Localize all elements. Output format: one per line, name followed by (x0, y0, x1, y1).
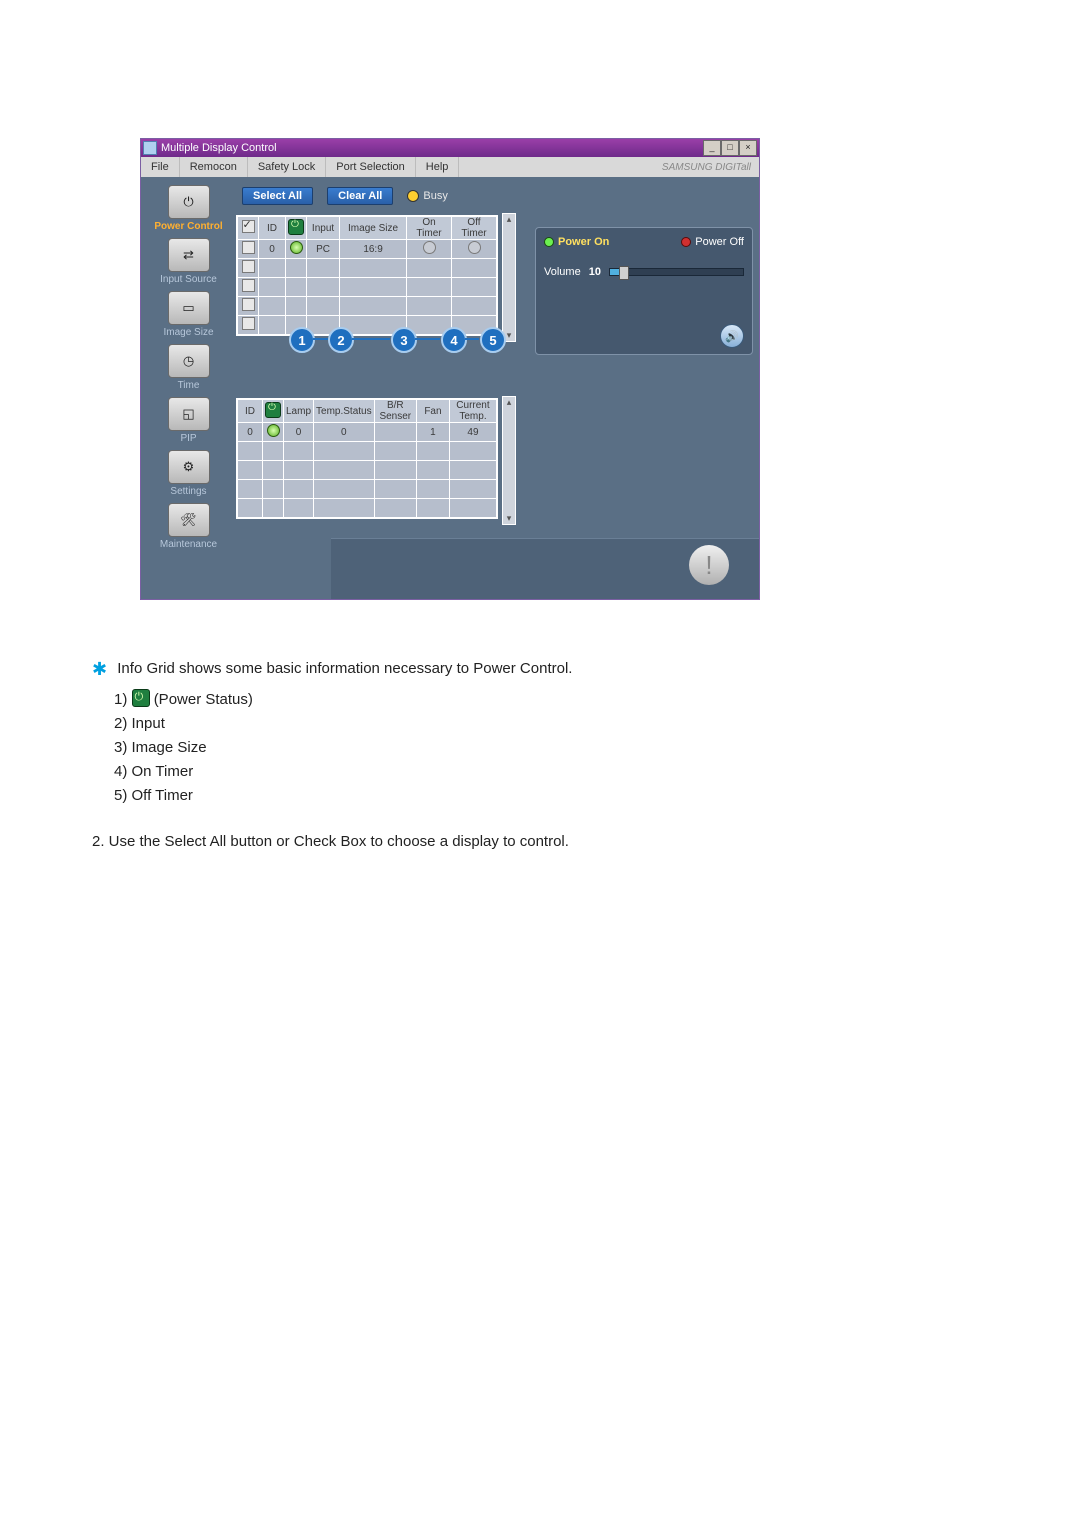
clear-all-button[interactable]: Clear All (327, 187, 393, 205)
maintenance-icon: 🛠 (168, 503, 210, 537)
list-item: 2) Input (114, 712, 832, 736)
header-checkbox[interactable] (242, 220, 255, 233)
sidebar-item-maintenance[interactable]: 🛠 Maintenance (141, 503, 236, 550)
led-off-icon (681, 237, 691, 247)
sidebar-item-power-control[interactable]: ⏻ Power Control (141, 185, 236, 232)
sidebar: ⏻ Power Control ⇄ Input Source ▭ Image S… (141, 179, 236, 599)
power-status-icon (288, 219, 304, 235)
grid-row[interactable] (238, 442, 497, 461)
grid-row[interactable] (238, 499, 497, 518)
toolbar: Select All Clear All Busy (236, 179, 759, 213)
note-line: 2. Use the Select All button or Check Bo… (92, 830, 832, 854)
list-item: 4) On Timer (114, 760, 832, 784)
star-icon: ✱ (92, 659, 107, 679)
sidebar-item-settings[interactable]: ⚙ Settings (141, 450, 236, 497)
grid-row[interactable] (238, 259, 497, 278)
speaker-icon[interactable]: 🔊 (720, 324, 744, 348)
status-dot-green (267, 424, 280, 437)
scroll-down-icon[interactable]: ▾ (507, 513, 512, 524)
menu-bar: File Remocon Safety Lock Port Selection … (141, 157, 759, 177)
volume-slider[interactable] (609, 268, 744, 276)
grid-row[interactable] (238, 461, 497, 480)
app-icon (143, 141, 157, 155)
grid-row[interactable] (238, 297, 497, 316)
power-on-button[interactable]: Power On (544, 236, 609, 248)
callout-badge-1: 1 (289, 327, 315, 353)
volume-label: Volume (544, 266, 581, 278)
document-text: ✱ Info Grid shows some basic information… (92, 655, 832, 854)
scroll-up-icon[interactable]: ▴ (507, 397, 512, 408)
volume-knob[interactable] (619, 266, 629, 280)
scroll-up-icon[interactable]: ▴ (507, 214, 512, 225)
grid-row[interactable]: 0 0 0 1 49 (238, 423, 497, 442)
busy-indicator: Busy (407, 190, 447, 202)
off-timer-dot (468, 241, 481, 254)
callout-badge-5: 5 (480, 327, 506, 353)
info-grid: ID Input Image Size On Timer Off Timer 0 (236, 213, 516, 342)
grid-row[interactable]: 0 PC 16:9 (238, 240, 497, 259)
window-controls: _ □ × (703, 140, 757, 156)
menu-help[interactable]: Help (416, 157, 460, 177)
volume-value: 10 (589, 266, 601, 278)
settings-icon: ⚙ (168, 450, 210, 484)
power-off-button[interactable]: Power Off (681, 236, 744, 248)
led-on-icon (544, 237, 554, 247)
sidebar-item-pip[interactable]: ◱ PIP (141, 397, 236, 444)
pip-icon: ◱ (168, 397, 210, 431)
menu-file[interactable]: File (141, 157, 180, 177)
scroll-down-icon[interactable]: ▾ (507, 330, 512, 341)
menu-port-selection[interactable]: Port Selection (326, 157, 415, 177)
time-icon: ◷ (168, 344, 210, 378)
sidebar-item-input-source[interactable]: ⇄ Input Source (141, 238, 236, 285)
power-control-icon: ⏻ (168, 185, 210, 219)
list-item: 5) Off Timer (114, 784, 832, 808)
status-dot-green (290, 241, 303, 254)
callout-badge-3: 3 (391, 327, 417, 353)
list-item: 3) Image Size (114, 736, 832, 760)
sidebar-item-time[interactable]: ◷ Time (141, 344, 236, 391)
grid-row[interactable] (238, 480, 497, 499)
grid-scrollbar[interactable]: ▴ ▾ (502, 396, 516, 525)
intro-line: Info Grid shows some basic information n… (117, 660, 572, 677)
select-all-button[interactable]: Select All (242, 187, 313, 205)
alert-icon: ! (689, 545, 729, 585)
power-status-icon (265, 402, 281, 418)
callout-badge-2: 2 (328, 327, 354, 353)
image-size-icon: ▭ (168, 291, 210, 325)
row-checkbox[interactable] (242, 241, 255, 254)
grid-scrollbar[interactable]: ▴ ▾ (502, 213, 516, 342)
list-item: 1) (Power Status) (114, 688, 832, 712)
status-grid: ID Lamp Temp.Status B/R Senser Fan Curre… (236, 396, 516, 525)
restore-button[interactable]: □ (721, 140, 739, 156)
sidebar-item-image-size[interactable]: ▭ Image Size (141, 291, 236, 338)
on-timer-dot (423, 241, 436, 254)
power-panel: Power On Power Off Volume 10 (535, 227, 753, 355)
grid-row[interactable] (238, 278, 497, 297)
menu-safety-lock[interactable]: Safety Lock (248, 157, 326, 177)
input-source-icon: ⇄ (168, 238, 210, 272)
menu-remocon[interactable]: Remocon (180, 157, 248, 177)
minimize-button[interactable]: _ (703, 140, 721, 156)
window-title: Multiple Display Control (161, 142, 277, 154)
main-area: Select All Clear All Busy ID (236, 179, 759, 599)
title-bar: Multiple Display Control _ □ × (141, 139, 759, 157)
brand-logo: SAMSUNG DIGITall (662, 162, 759, 173)
app-window: Multiple Display Control _ □ × File Remo… (140, 138, 760, 600)
close-button[interactable]: × (739, 140, 757, 156)
busy-icon (407, 190, 419, 202)
callout-badge-4: 4 (441, 327, 467, 353)
power-status-icon (132, 689, 150, 707)
